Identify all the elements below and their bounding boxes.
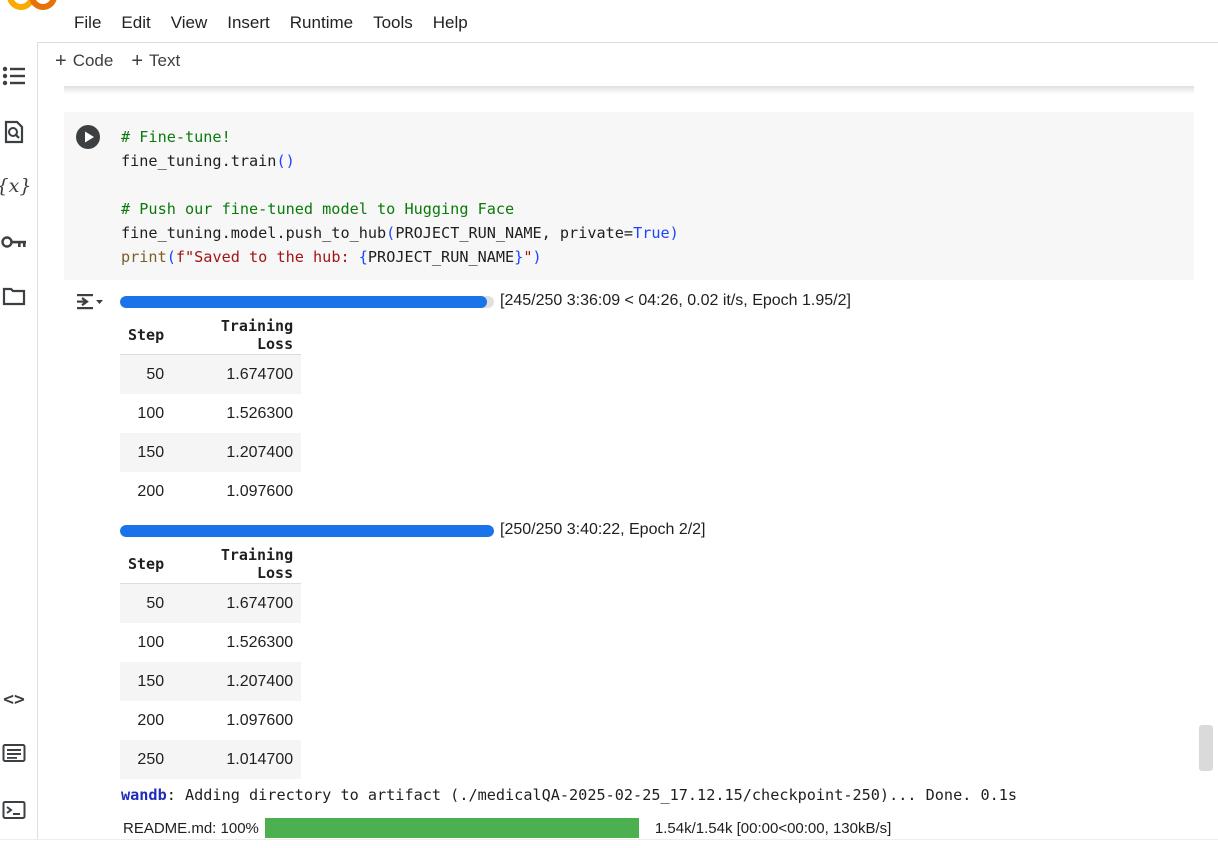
loss-cell: 1.097600 bbox=[226, 482, 294, 500]
code-line-4: # Push our fine-tuned model to Hugging F… bbox=[121, 200, 515, 218]
menu-runtime[interactable]: Runtime bbox=[280, 12, 363, 36]
find-replace-icon[interactable] bbox=[0, 118, 28, 146]
step-cell: 150 bbox=[120, 662, 173, 701]
step-cell: 200 bbox=[137, 711, 165, 729]
loss-cell: 1.014700 bbox=[172, 740, 302, 779]
readme-stats: 1.54k/1.54k [00:00<00:00, 130kB/s] bbox=[654, 819, 892, 837]
training-progress-text-final: [250/250 3:40:22, Epoch 2/2] bbox=[500, 521, 706, 538]
loss-cell: 1.526300 bbox=[226, 404, 294, 422]
menu-view[interactable]: View bbox=[161, 12, 218, 36]
training-progress-fill-final bbox=[120, 525, 494, 537]
col-header-step: Step bbox=[120, 545, 173, 584]
add-text-button[interactable]: + Text bbox=[131, 51, 180, 71]
wandb-tag: wandb bbox=[121, 786, 167, 804]
step-cell: 100 bbox=[137, 633, 165, 651]
readme-upload-row: README.md: 100% 1.54k/1.54k [00:00<00:00… bbox=[123, 817, 891, 839]
left-sidebar: {x} <> bbox=[0, 42, 38, 847]
table-row: 100 1.526300 bbox=[120, 623, 301, 662]
table-row: 250 1.014700 bbox=[120, 740, 302, 779]
loss-cell: 1.674700 bbox=[172, 583, 302, 623]
loss-cell: 1.097600 bbox=[226, 711, 294, 729]
plus-icon: + bbox=[131, 50, 144, 72]
readme-progress-fill bbox=[264, 818, 639, 838]
notebook-toolbar: + Code + Text bbox=[55, 51, 180, 71]
table-row: 50 1.674700 bbox=[120, 583, 302, 623]
add-code-label: Code bbox=[72, 51, 114, 70]
table-of-contents-icon[interactable] bbox=[0, 62, 28, 90]
loss-cell: 1.207400 bbox=[172, 433, 302, 472]
col-header-loss: Training Loss bbox=[172, 545, 302, 584]
training-progress-fill bbox=[120, 296, 487, 308]
menu-insert[interactable]: Insert bbox=[217, 12, 280, 36]
readme-label: README.md: 100% bbox=[123, 819, 259, 837]
step-cell: 50 bbox=[120, 583, 173, 623]
terminal-icon[interactable] bbox=[0, 796, 28, 824]
table-row: 100 1.526300 bbox=[120, 394, 301, 433]
loss-table: Step Training Loss 50 1.674700 100 1.526300… bbox=[120, 316, 302, 511]
step-cell: 200 bbox=[137, 482, 165, 500]
menu-edit[interactable]: Edit bbox=[111, 12, 160, 36]
loss-cell: 1.526300 bbox=[226, 633, 294, 651]
add-code-button[interactable]: + Code bbox=[55, 51, 113, 71]
loss-cell: 1.674700 bbox=[172, 354, 302, 394]
loss-cell: 1.207400 bbox=[172, 662, 302, 701]
table-row: 200 1.097600 bbox=[120, 701, 301, 740]
step-cell: 50 bbox=[120, 354, 173, 394]
run-cell-icon[interactable] bbox=[75, 124, 101, 150]
code-line-5: fine_tuning.model.push_to_hub(PROJECT_RU… bbox=[121, 224, 679, 242]
training-progress-text: [245/250 3:36:09 < 04:26, 0.02 it/s, Epo… bbox=[500, 292, 851, 309]
col-header-step: Step bbox=[120, 316, 173, 355]
colab-logo-icon[interactable] bbox=[6, 0, 58, 14]
menubar: File Edit View Insert Runtime Tools Help bbox=[64, 12, 478, 36]
wandb-log-line: wandb: Adding directory to artifact (./m… bbox=[121, 786, 1017, 804]
menu-file[interactable]: File bbox=[64, 12, 111, 36]
vertical-scrollbar-thumb[interactable] bbox=[1199, 725, 1213, 771]
menu-tools[interactable]: Tools bbox=[363, 12, 423, 36]
output-options-icon[interactable] bbox=[75, 289, 105, 315]
secrets-key-icon[interactable] bbox=[0, 228, 28, 256]
table-row: 50 1.674700 bbox=[120, 354, 302, 394]
variables-icon[interactable]: {x} bbox=[0, 172, 31, 200]
readme-progress-bar bbox=[264, 818, 639, 838]
command-palette-icon[interactable] bbox=[0, 739, 28, 767]
step-cell: 250 bbox=[120, 740, 173, 779]
col-header-loss: Training Loss bbox=[172, 316, 302, 355]
step-cell: 100 bbox=[137, 404, 165, 422]
plus-icon: + bbox=[55, 50, 67, 72]
training-progress-bar bbox=[120, 296, 494, 308]
code-line-1: # Fine-tune! bbox=[121, 128, 231, 146]
training-progress-bar-final bbox=[120, 525, 494, 537]
wandb-message: : Adding directory to artifact (./medica… bbox=[166, 786, 1018, 804]
menu-help[interactable]: Help bbox=[423, 12, 478, 36]
code-line-2: fine_tuning.train() bbox=[121, 152, 295, 170]
step-cell: 150 bbox=[120, 433, 173, 472]
code-editor[interactable]: # Fine-tune! fine_tuning.train() # Push … bbox=[121, 125, 679, 269]
code-line-6: print(f"Saved to the hub: {PROJECT_RUN_N… bbox=[121, 248, 542, 266]
add-text-label: Text bbox=[149, 51, 181, 70]
toolbar-shadow bbox=[64, 86, 1194, 94]
files-folder-icon[interactable] bbox=[0, 282, 28, 310]
table-row: 200 1.097600 bbox=[120, 472, 301, 511]
table-row: 150 1.207400 bbox=[120, 662, 302, 701]
table-row: 150 1.207400 bbox=[120, 433, 302, 472]
header-divider bbox=[38, 42, 1218, 43]
loss-table-final: Step Training Loss 50 1.674700 100 1.526300… bbox=[120, 545, 302, 779]
code-snippets-icon[interactable]: <> bbox=[0, 685, 28, 713]
